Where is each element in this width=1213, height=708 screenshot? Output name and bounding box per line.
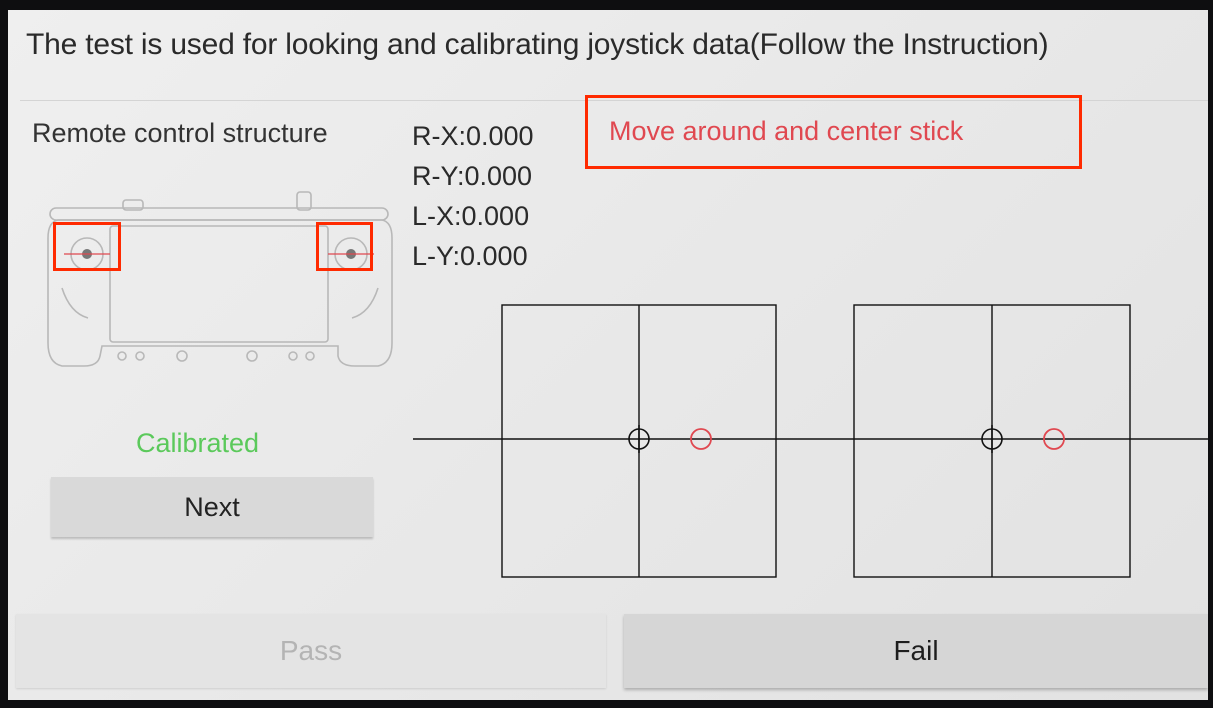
pass-button[interactable]: Pass (16, 614, 606, 688)
screen: The test is used for looking and calibra… (8, 10, 1208, 700)
fail-button[interactable]: Fail (624, 614, 1208, 688)
right-joystick-plot (853, 304, 1131, 578)
joystick-plots (413, 304, 1208, 578)
left-joystick-plot (501, 304, 777, 578)
